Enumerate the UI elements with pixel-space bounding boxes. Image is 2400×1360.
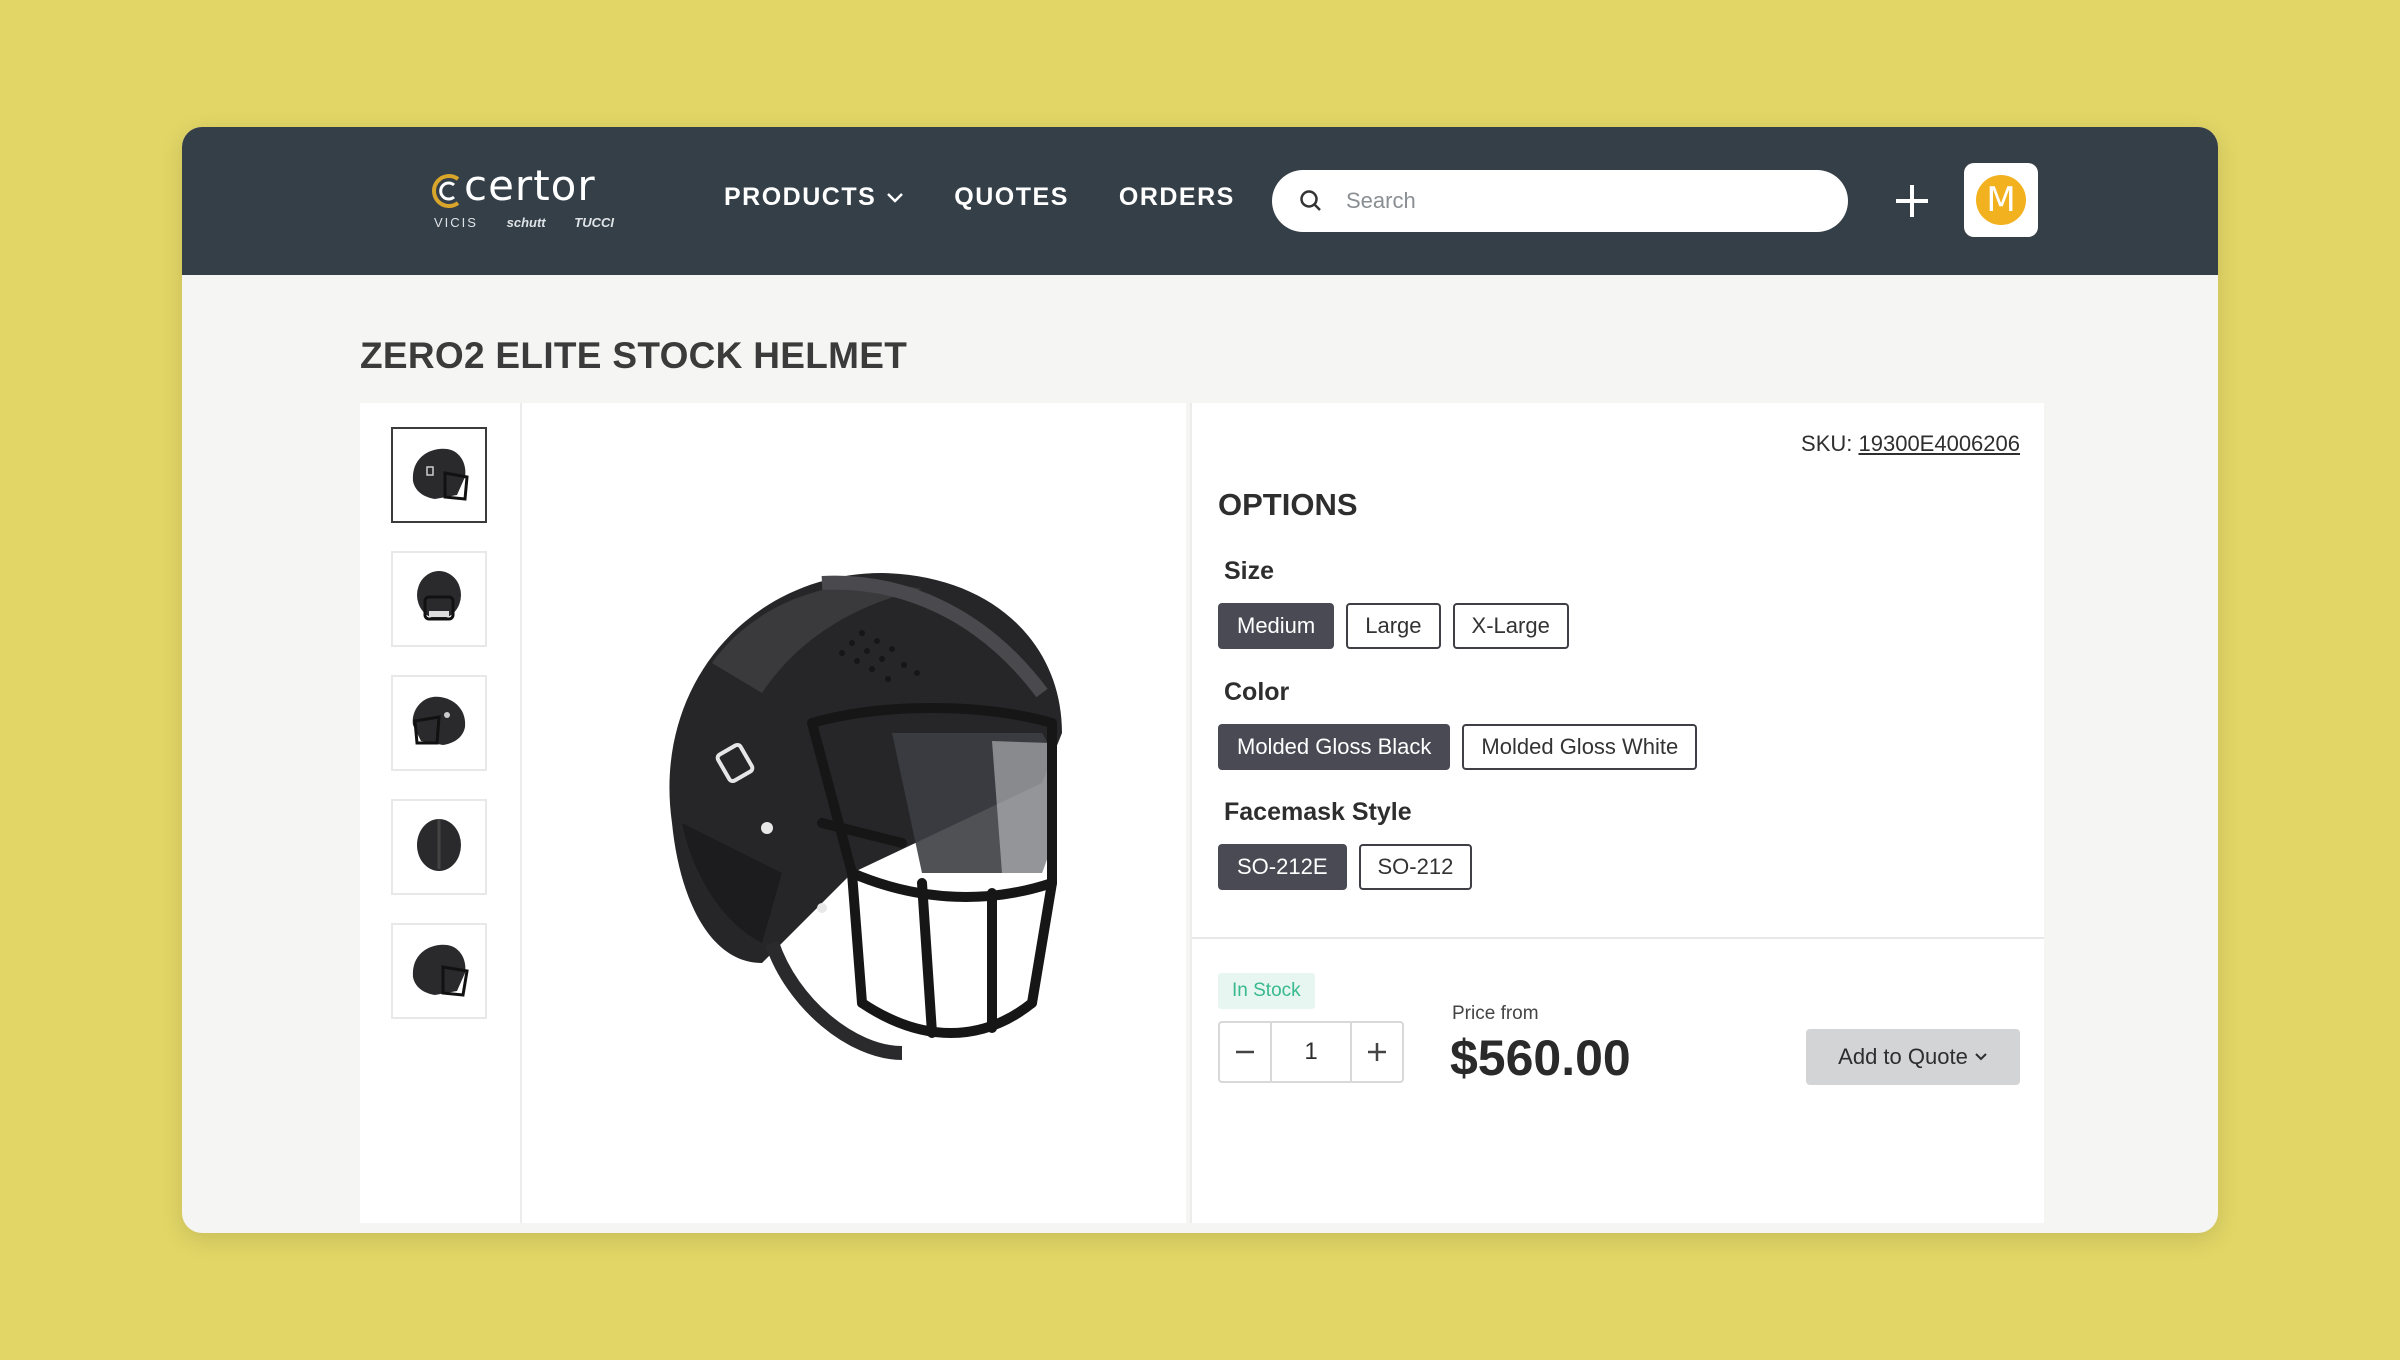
chevron-down-icon (1975, 1053, 1987, 1061)
size-option-medium[interactable]: Medium (1218, 603, 1335, 649)
sub-brand-vicis: VICIS (434, 215, 478, 230)
decrease-quantity-button[interactable] (1220, 1023, 1270, 1081)
search-input[interactable] (1344, 187, 1808, 215)
thumbnail-front[interactable] (391, 551, 487, 647)
add-to-quote-label: Add to Quote (1838, 1044, 1968, 1069)
size-option-x-large[interactable]: X-Large (1452, 603, 1569, 649)
product-options-panel: SKU: 19300E4006206 OPTIONS Size Medium L… (1190, 403, 2044, 1223)
thumbnail-side-right[interactable] (391, 427, 487, 523)
plus-icon (1896, 185, 1928, 217)
chevron-down-icon (887, 192, 904, 203)
size-option-large[interactable]: Large (1346, 603, 1441, 649)
plus-icon (1368, 1043, 1386, 1061)
facemask-label: Facemask Style (1224, 798, 1412, 826)
nav-item-orders[interactable]: ORDERS (1119, 183, 1235, 212)
stock-status-badge: In Stock (1218, 973, 1315, 1009)
create-button[interactable] (1888, 177, 1936, 225)
options-heading: OPTIONS (1218, 487, 1358, 522)
sub-brand-tucci: TUCCI (574, 215, 614, 230)
sub-brands: VICIS schutt TUCCI (434, 215, 614, 230)
thumbnail-gallery (360, 403, 522, 1223)
helmet-thumbnail-icon (412, 696, 466, 745)
sku-link[interactable]: 19300E4006206 (1859, 431, 2021, 456)
helmet-thumbnail-icon (417, 819, 461, 871)
quantity-stepper: 1 (1218, 1021, 1404, 1083)
nav-item-label: QUOTES (954, 183, 1069, 211)
main-nav: PRODUCTS QUOTES ORDERS (724, 183, 1285, 212)
nav-item-label: ORDERS (1118, 183, 1235, 211)
helmet-thumbnail-icon (412, 944, 469, 997)
helmet-thumbnail-icon (417, 571, 461, 621)
top-navigation-bar: certor VICIS schutt TUCCI PRODUCTS QUOTE… (182, 127, 2218, 275)
brand-name: certor (464, 161, 596, 210)
certor-logo-mark-icon (432, 174, 460, 208)
avatar: M (1976, 175, 2026, 225)
certor-logo[interactable]: certor VICIS schutt TUCCI (430, 161, 620, 235)
nav-item-label: PRODUCTS (724, 183, 877, 211)
app-window: certor VICIS schutt TUCCI PRODUCTS QUOTE… (182, 127, 2218, 1233)
helmet-image (669, 573, 1062, 1060)
search-icon (1300, 190, 1321, 211)
color-label: Color (1224, 678, 1290, 706)
size-label: Size (1224, 557, 1275, 585)
price-from-label: Price from (1452, 1003, 1539, 1024)
increase-quantity-button[interactable] (1352, 1023, 1402, 1081)
product-main-image (522, 403, 1186, 1223)
facemask-options: SO-212E SO-212 (1218, 844, 1473, 890)
minus-icon (1236, 1050, 1254, 1054)
add-to-quote-button[interactable]: Add to Quote (1806, 1029, 2020, 1085)
nav-item-products[interactable]: PRODUCTS (724, 183, 904, 212)
sku-label: SKU: (1801, 431, 1853, 456)
thumbnail-angle[interactable] (391, 923, 487, 1019)
price: $560.00 (1450, 1030, 1631, 1086)
color-option-gloss-white[interactable]: Molded Gloss White (1462, 724, 1698, 770)
thumbnail-side-left[interactable] (391, 675, 487, 771)
helmet-thumbnail-icon (412, 448, 469, 501)
color-options: Molded Gloss Black Molded Gloss White (1218, 724, 1698, 770)
quantity-value[interactable]: 1 (1270, 1023, 1352, 1081)
facemask-option-so-212e[interactable]: SO-212E (1218, 844, 1347, 890)
user-menu-button[interactable]: M (1964, 163, 2038, 237)
size-options: Medium Large X-Large (1218, 603, 1569, 649)
page-title: ZERO2 ELITE STOCK HELMET (360, 335, 908, 376)
sku: SKU: 19300E4006206 (1801, 431, 2020, 457)
nav-item-quotes[interactable]: QUOTES (954, 183, 1069, 212)
facemask-option-so-212[interactable]: SO-212 (1358, 844, 1473, 890)
search-bar[interactable] (1272, 170, 1848, 232)
sub-brand-schutt: schutt (506, 215, 546, 230)
divider (1192, 937, 2044, 939)
color-option-gloss-black[interactable]: Molded Gloss Black (1218, 724, 1451, 770)
thumbnail-back[interactable] (391, 799, 487, 895)
